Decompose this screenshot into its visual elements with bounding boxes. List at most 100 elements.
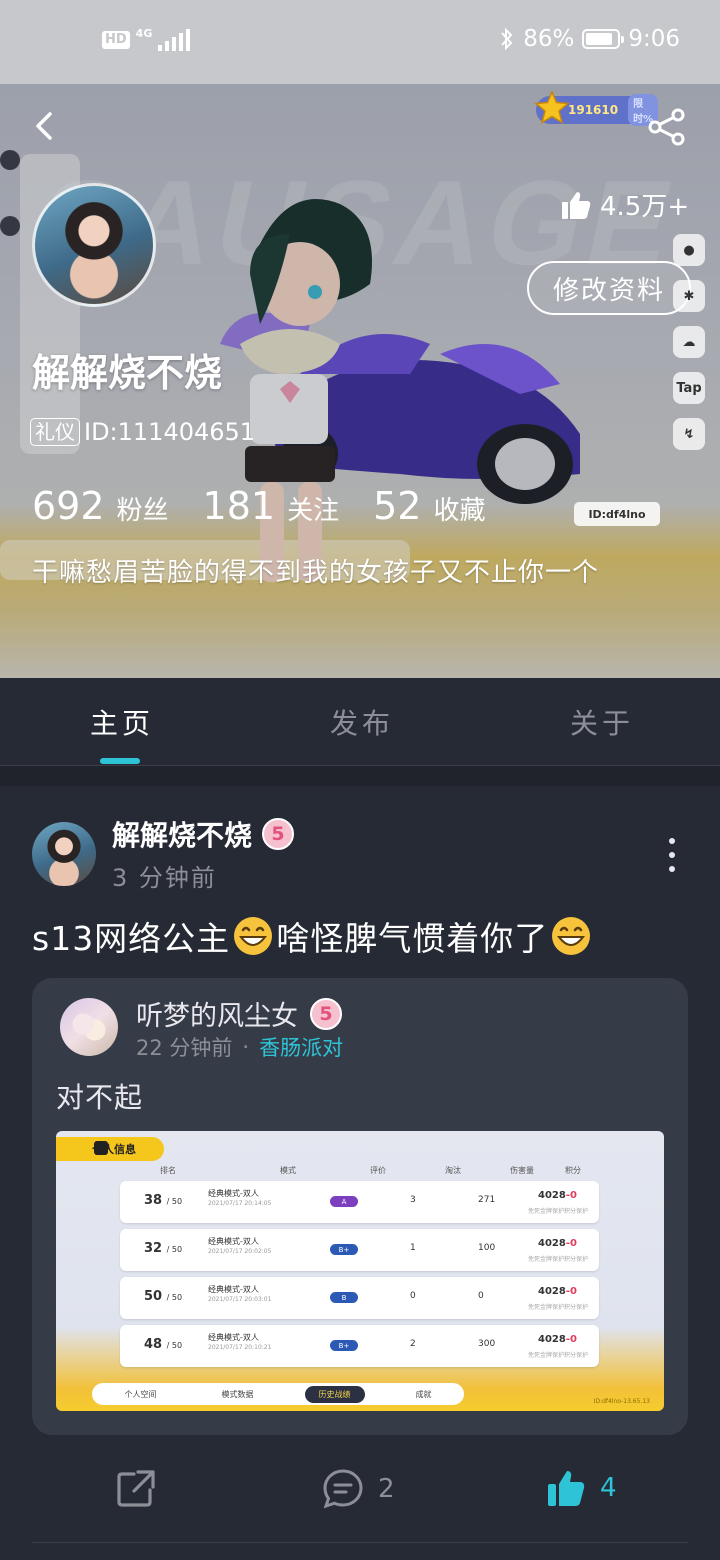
stat-label: 收藏	[433, 496, 486, 526]
screenshot-tab-active: 历史战绩	[304, 1385, 365, 1403]
record-score-note: 免死金牌保护积分保护	[528, 1208, 589, 1215]
clock: 9:06	[628, 26, 680, 52]
game-record-screenshot[interactable]: 个人信息 排名 模式 评价 淘汰 伤害量 积分 38 / 50 经典模式-双人 20…	[56, 1131, 664, 1411]
profile-stats: 692 粉丝 181 关注 52 收藏	[32, 484, 485, 528]
column-header: 排名	[160, 1166, 176, 1175]
record-row: 38 / 50 经典模式-双人 2021/07/17 20:14:05 A 3 271 40…	[120, 1181, 599, 1223]
external-share-icon	[117, 1470, 155, 1507]
tab-posts[interactable]: 发布	[330, 702, 394, 742]
rank-value: 38	[144, 1193, 163, 1208]
stat-label: 粉丝	[116, 496, 169, 526]
mode-name: 经典模式-双人	[208, 1237, 259, 1246]
repost-author-avatar[interactable]	[60, 998, 118, 1056]
record-row: 32 / 50 经典模式-双人 2021/07/17 20:02:05 B+ 1 100 4…	[120, 1229, 599, 1271]
rank-value: 32	[144, 1241, 163, 1256]
share-post-button[interactable]	[116, 1468, 156, 1508]
repost-card[interactable]: 听梦的风尘女 5 22 分钟前 · 香肠派对 对不起 个人信息 排名 模式 评价…	[32, 978, 688, 1435]
rank-value: 50	[144, 1289, 163, 1304]
record-rank: 32 / 50	[144, 1241, 182, 1256]
repost-author-name[interactable]: 听梦的风尘女	[136, 994, 298, 1033]
record-score: 4028-0	[538, 1334, 577, 1345]
profile-avatar[interactable]	[32, 183, 156, 307]
record-score-note: 免死金牌保护积分保护	[528, 1304, 589, 1311]
post-author-avatar[interactable]	[32, 822, 96, 886]
score-value: 4028	[538, 1190, 566, 1201]
record-score-note: 免死金牌保护积分保护	[528, 1352, 589, 1359]
share-icon[interactable]	[646, 106, 688, 148]
comment-icon	[323, 1469, 363, 1509]
mode-name: 经典模式-双人	[208, 1285, 259, 1294]
stat-label: 关注	[287, 496, 340, 526]
likes-count: 4.5万+	[600, 192, 690, 222]
score-delta: -0	[565, 1238, 577, 1249]
hero-side-icons: ● ✱ ☁ Tap ↯	[673, 234, 705, 450]
like-button[interactable]: 4	[546, 1468, 617, 1508]
network-type: 4G	[135, 27, 153, 40]
coin-balance-pill: 191610 限时%	[534, 90, 659, 126]
column-header: 评价	[370, 1166, 386, 1175]
repost-text: 对不起	[56, 1081, 144, 1114]
paw-icon[interactable]: ●	[673, 234, 705, 266]
mode-name: 经典模式-双人	[208, 1189, 259, 1198]
post-text: s13网络公主 啥怪脾气惯着你了	[32, 912, 594, 960]
score-delta: -0	[565, 1286, 577, 1297]
gear-icon[interactable]: ✱	[673, 280, 705, 312]
profile-hero: SAUSAGE 191610 限时%	[0, 84, 720, 678]
score-value: 4028	[538, 1238, 566, 1249]
back-arrow-icon[interactable]	[28, 108, 64, 144]
topic-link[interactable]: 香肠派对	[259, 1032, 343, 1062]
record-damage: 0	[478, 1291, 484, 1301]
post-time: 3 分钟前	[112, 864, 217, 892]
rank-total: / 50	[166, 1341, 183, 1350]
record-grade: B+	[330, 1340, 358, 1351]
tab-about[interactable]: 关于	[570, 702, 634, 742]
record-row: 48 / 50 经典模式-双人 2021/07/17 20:10:21 B+ 2 300 4…	[120, 1325, 599, 1367]
grin-emoji-icon	[552, 917, 591, 955]
record-score: 4028-0	[538, 1286, 577, 1297]
column-header: 淘汰	[445, 1166, 461, 1175]
game-id-tag: ID:df4lno	[574, 502, 660, 526]
profile-bio: 干嘛愁眉苦脸的得不到我的女孩子又不止你一个	[32, 558, 600, 588]
section-divider	[0, 766, 720, 786]
screenshot-back-icon	[94, 1141, 108, 1155]
score-value: 4028	[538, 1334, 566, 1345]
tab-home[interactable]: 主页	[90, 702, 154, 742]
record-row: 50 / 50 经典模式-双人 2021/07/17 20:03:01 B 0 0 4028…	[120, 1277, 599, 1319]
stat-number: 692	[32, 484, 105, 528]
post-text-part1: s13网络公主	[32, 919, 231, 958]
cloud-icon[interactable]: ☁	[673, 326, 705, 358]
screenshot-header: 个人信息	[56, 1137, 164, 1161]
mode-time: 2021/07/17 20:14:05	[208, 1200, 272, 1207]
rank-total: / 50	[166, 1245, 183, 1254]
bluetooth-icon	[501, 27, 513, 51]
comment-button[interactable]: 2	[322, 1468, 395, 1510]
record-score-note: 免死金牌保护积分保护	[528, 1256, 589, 1263]
more-options-icon[interactable]	[662, 838, 682, 872]
post-author-name[interactable]: 解解烧不烧	[112, 814, 252, 854]
screenshot-tab: 成就	[415, 1389, 432, 1399]
grin-emoji-icon	[234, 917, 273, 955]
edit-profile-button[interactable]: 修改资料	[527, 261, 691, 315]
screenshot-tab: 模式数据	[221, 1389, 254, 1399]
rank-total: / 50	[166, 1197, 183, 1206]
tap-icon[interactable]: Tap	[673, 372, 705, 404]
screenshot-tab: 个人空间	[124, 1389, 157, 1399]
like-count: 4	[600, 1473, 617, 1503]
status-right: 86% 9:06	[499, 26, 680, 52]
stat-followers[interactable]: 692 粉丝	[32, 484, 169, 528]
record-grade: B+	[330, 1244, 358, 1255]
record-rank: 50 / 50	[144, 1289, 182, 1304]
stat-following[interactable]: 181 关注	[203, 484, 340, 528]
record-damage: 100	[478, 1243, 496, 1253]
meta-separator: ·	[242, 1035, 250, 1059]
active-tab-indicator	[100, 758, 140, 764]
battery-fill	[586, 33, 613, 45]
record-score: 4028-0	[538, 1238, 577, 1249]
stat-number: 181	[202, 484, 276, 528]
screenshot-tabs: 个人空间 模式数据 历史战绩 成就	[92, 1383, 464, 1405]
bottom-divider	[32, 1542, 688, 1543]
share-node-icon[interactable]: ↯	[673, 418, 705, 450]
stat-favorites[interactable]: 52 收藏	[373, 484, 485, 528]
status-left: HD 4G	[102, 27, 191, 51]
column-header: 积分	[565, 1166, 581, 1175]
